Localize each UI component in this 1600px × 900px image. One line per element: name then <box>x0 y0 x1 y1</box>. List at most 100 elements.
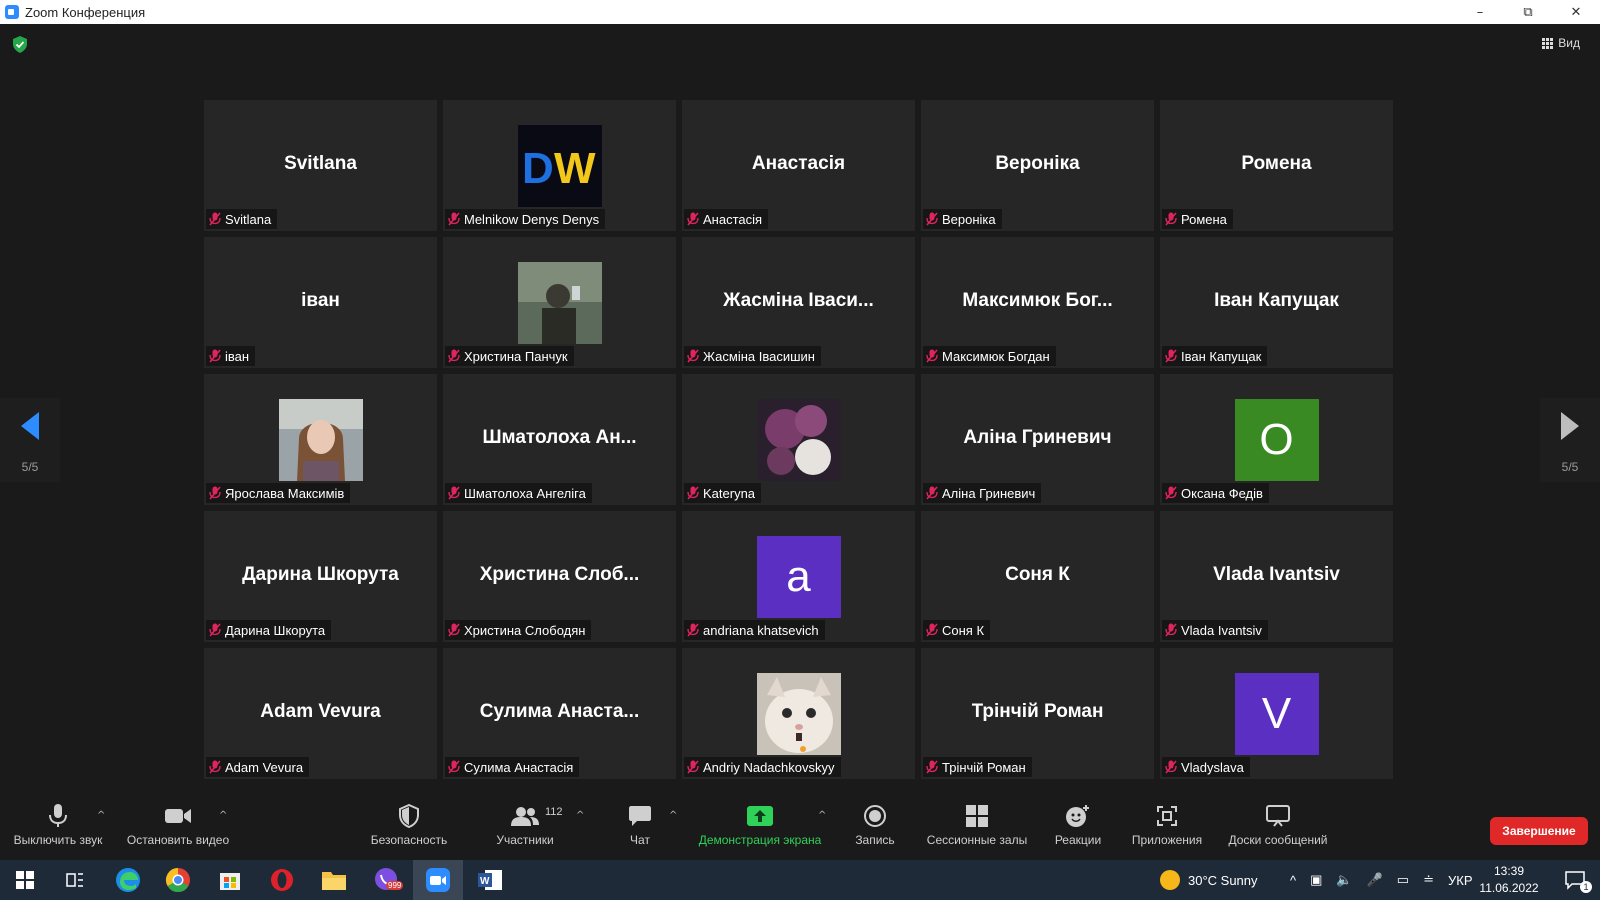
participant-name-text: Максимюк Богдан <box>942 348 1050 364</box>
battery-icon[interactable]: ▭ <box>1397 872 1409 888</box>
speaker-icon[interactable]: 🔈 <box>1336 872 1352 888</box>
participant-name-label: Vlada Ivantsiv <box>1162 620 1268 640</box>
participant-tile[interactable]: Христина Панчук <box>443 237 676 368</box>
video-camera-icon <box>164 802 192 830</box>
record-button[interactable]: Запись <box>845 796 905 860</box>
participant-avatar-photo <box>756 399 841 481</box>
word-icon[interactable]: W <box>465 860 515 900</box>
participant-name-text: Шматолоха Ангеліга <box>464 485 586 501</box>
participant-tile[interactable]: Шматолоха Ан... Шматолоха Ангеліга <box>443 374 676 505</box>
participant-tile[interactable]: Аліна Гриневич Аліна Гриневич <box>921 374 1154 505</box>
share-options-chevron-icon[interactable]: ^ <box>818 810 826 821</box>
participant-tile[interactable]: Ромена Ромена <box>1160 100 1393 231</box>
participant-tile[interactable]: Andriy Nadachkovskyy <box>682 648 915 779</box>
file-explorer-icon[interactable] <box>309 860 359 900</box>
participant-tile[interactable]: Kateryna <box>682 374 915 505</box>
apps-button[interactable]: Приложения <box>1122 796 1212 860</box>
chevron-up-icon[interactable]: ^ <box>1290 873 1296 888</box>
chat-button[interactable]: Чат <box>610 796 670 860</box>
view-button[interactable]: Вид <box>1534 32 1588 54</box>
participant-name-text: Соня К <box>942 622 985 638</box>
participant-tile[interactable]: O Оксана Федів <box>1160 374 1393 505</box>
participant-tile[interactable]: Дарина Шкорута Дарина Шкорута <box>204 511 437 642</box>
task-view-icon[interactable] <box>50 860 100 900</box>
apps-icon <box>1156 802 1178 830</box>
clock[interactable]: 13:39 11.06.2022 <box>1474 863 1544 897</box>
participant-tile[interactable]: V Vladyslava <box>1160 648 1393 779</box>
language-indicator[interactable]: УКР <box>1448 873 1473 888</box>
participant-name-label: Анастасія <box>684 209 769 229</box>
participant-tile[interactable]: Анастасія Анастасія <box>682 100 915 231</box>
participant-tile[interactable]: Трінчій Роман Трінчій Роман <box>921 648 1154 779</box>
viber-icon[interactable]: 999 <box>361 860 411 900</box>
page-indicator-left: 5/5 <box>21 460 39 474</box>
record-label: Запись <box>855 833 895 847</box>
wifi-icon[interactable]: ≐ <box>1423 872 1434 888</box>
microsoft-store-icon[interactable] <box>205 860 255 900</box>
participant-tile[interactable]: Христина Слоб... Христина Слободян <box>443 511 676 642</box>
muted-microphone-icon <box>1165 212 1177 226</box>
participant-tile[interactable]: Vlada Ivantsiv Vlada Ivantsiv <box>1160 511 1393 642</box>
reactions-button[interactable]: Реакции <box>1048 796 1108 860</box>
restore-button[interactable]: ⧉ <box>1504 0 1552 24</box>
minimize-button[interactable]: – <box>1456 0 1504 24</box>
svg-text:D: D <box>522 144 554 193</box>
arrow-left-icon <box>21 412 39 440</box>
participant-tile[interactable]: Вероніка Вероніка <box>921 100 1154 231</box>
zoom-taskbar-icon[interactable] <box>413 860 463 900</box>
participant-tile[interactable]: Іван Капущак Іван Капущак <box>1160 237 1393 368</box>
participant-display-name-text: Христина Слоб... <box>479 563 640 585</box>
participant-name-text: Сулима Анастасія <box>464 759 574 775</box>
mute-button[interactable]: Выключить звук <box>10 796 106 860</box>
smile-plus-icon <box>1065 802 1091 830</box>
meet-now-icon[interactable]: ▣ <box>1310 872 1322 888</box>
share-screen-button[interactable]: Демонстрация экрана <box>690 796 830 860</box>
next-page-button[interactable]: 5/5 <box>1540 398 1600 482</box>
end-meeting-button[interactable]: Завершение <box>1490 817 1588 845</box>
muted-microphone-icon <box>926 760 938 774</box>
participant-tile[interactable]: Ярослава Максимів <box>204 374 437 505</box>
video-options-chevron-icon[interactable]: ^ <box>219 810 227 821</box>
security-button[interactable]: Безопасность <box>364 796 454 860</box>
participant-tile[interactable]: іван іван <box>204 237 437 368</box>
participant-name-label: Христина Слободян <box>445 620 592 640</box>
participant-avatar-photo <box>756 673 841 755</box>
weather-widget[interactable]: 30°C Sunny <box>1160 860 1258 900</box>
chrome-browser-icon[interactable] <box>153 860 203 900</box>
participant-avatar-photo <box>278 399 363 481</box>
mic-tray-icon[interactable]: 🎤 <box>1367 872 1383 888</box>
notification-count: 1 <box>1580 881 1592 893</box>
stop-video-button[interactable]: Остановить видео <box>122 796 234 860</box>
participant-tile[interactable]: a andriana khatsevich <box>682 511 915 642</box>
edge-browser-icon[interactable] <box>103 860 153 900</box>
weather-text: 30°C Sunny <box>1188 872 1258 888</box>
chat-chevron-icon[interactable]: ^ <box>669 810 677 821</box>
notifications-icon[interactable]: 1 <box>1552 860 1598 900</box>
participants-chevron-icon[interactable]: ^ <box>576 810 584 821</box>
participants-button[interactable]: 112 Участники <box>484 796 566 860</box>
participant-tile[interactable]: Максимюк Бог... Максимюк Богдан <box>921 237 1154 368</box>
participant-name-text: Svitlana <box>225 211 272 227</box>
windows-start-icon[interactable] <box>0 860 50 900</box>
participant-tile[interactable]: D W Melnikow Denys Denys <box>443 100 676 231</box>
participant-avatar-letter: V <box>1234 673 1319 755</box>
breakout-rooms-button[interactable]: Сессионные залы <box>922 796 1032 860</box>
participant-name-text: Kateryna <box>703 485 756 501</box>
participant-avatar-photo: DW <box>517 125 602 207</box>
participant-tile[interactable]: Соня К Соня К <box>921 511 1154 642</box>
participants-icon-wrap: 112 <box>511 802 563 830</box>
encryption-shield-icon[interactable] <box>12 36 28 53</box>
close-button[interactable]: ✕ <box>1552 0 1600 24</box>
record-icon <box>863 802 887 830</box>
opera-browser-icon[interactable] <box>257 860 307 900</box>
reactions-label: Реакции <box>1054 833 1102 847</box>
audio-options-chevron-icon[interactable]: ^ <box>97 810 105 821</box>
participant-tile[interactable]: Сулима Анаста... Сулима Анастасія <box>443 648 676 779</box>
whiteboards-button[interactable]: Доски сообщений <box>1220 796 1336 860</box>
participant-tile[interactable]: Adam Vevura Adam Vevura <box>204 648 437 779</box>
participant-tile[interactable]: Svitlana Svitlana <box>204 100 437 231</box>
previous-page-button[interactable]: 5/5 <box>0 398 60 482</box>
meeting-toolbar: Выключить звук ^ Остановить видео ^ Безо… <box>0 796 1600 860</box>
participant-name-label: Соня К <box>923 620 991 640</box>
participant-tile[interactable]: Жасміна Іваси... Жасміна Івасишин <box>682 237 915 368</box>
